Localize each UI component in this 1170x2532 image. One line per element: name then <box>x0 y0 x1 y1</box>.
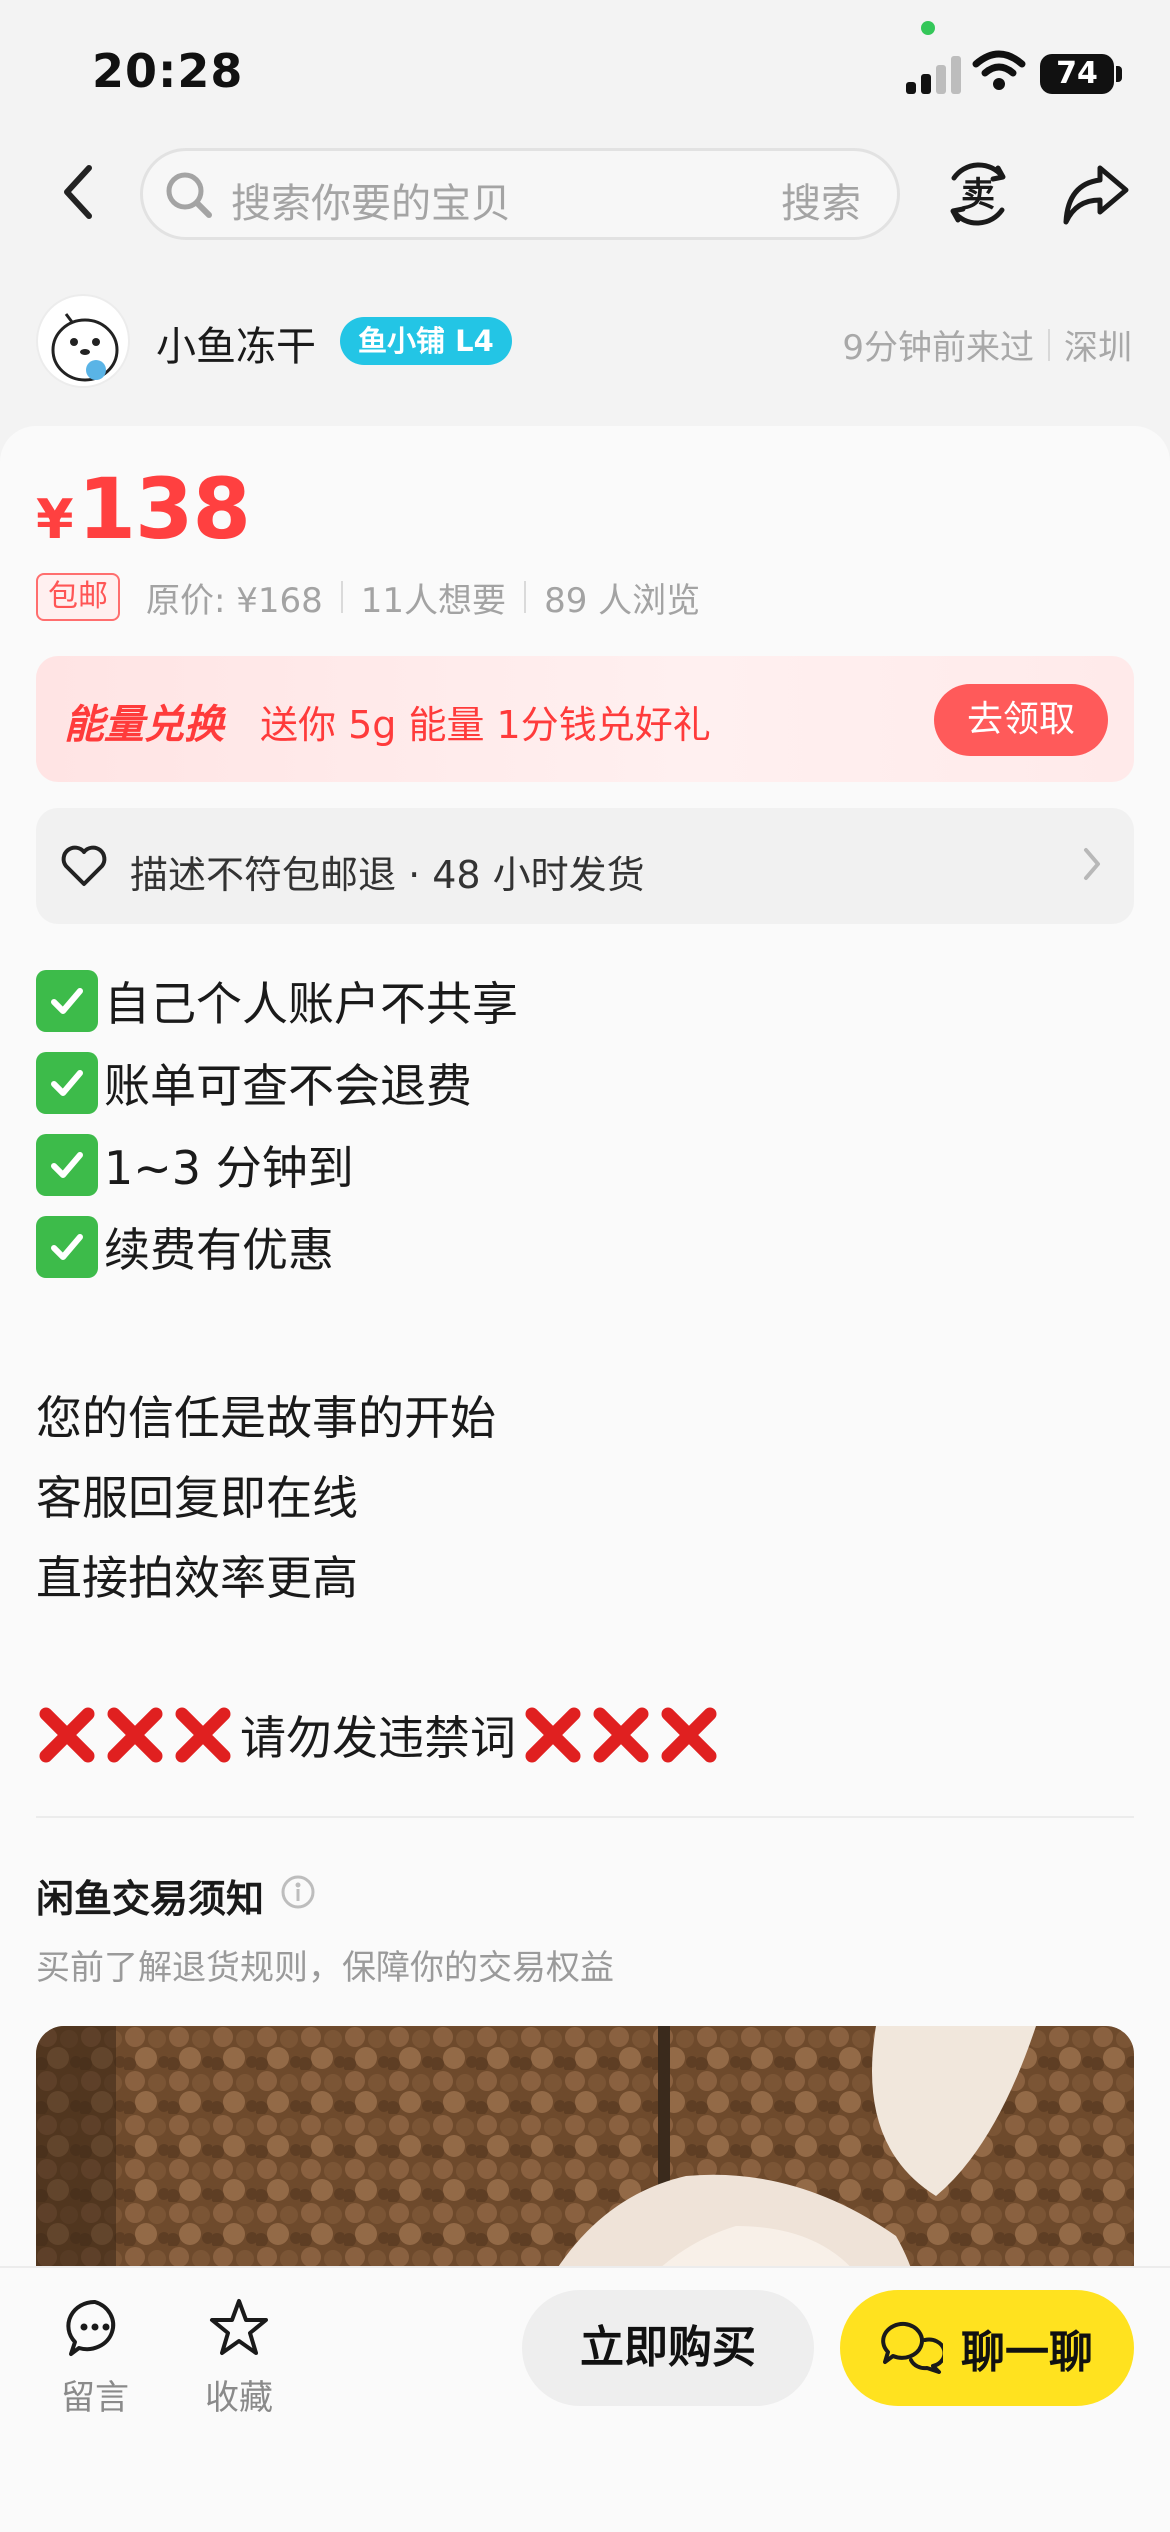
buy-now-button[interactable]: 立即购买 <box>522 2290 814 2406</box>
info-icon[interactable] <box>280 1874 316 1910</box>
heart-icon <box>61 845 107 886</box>
price-value: 138 <box>77 460 251 558</box>
check-text: 续费有优惠 <box>104 1223 334 1277</box>
energy-banner[interactable]: 能量兑换 送你 5g 能量 1分钱兑好礼 去领取 <box>36 656 1134 782</box>
battery-icon: 74 <box>1040 54 1114 94</box>
search-box[interactable]: 搜索你要的宝贝 搜索 <box>140 148 900 240</box>
trade-notice-title[interactable]: 闲鱼交易须知 <box>36 1868 264 1923</box>
last-seen-text: 9分钟前来过 <box>842 328 1034 368</box>
privacy-indicator-dot <box>921 21 935 35</box>
chat-bubbles-icon <box>881 2321 943 2374</box>
signal-icon <box>906 54 964 94</box>
cross-mark-icon <box>590 1704 652 1766</box>
back-button[interactable] <box>50 160 106 224</box>
location-text: 深圳 <box>1064 328 1132 368</box>
sell-button[interactable]: 卖 <box>940 156 1016 232</box>
check-icon <box>36 1216 98 1278</box>
share-icon <box>1063 165 1129 225</box>
cross-mark-icon <box>104 1704 166 1766</box>
desc-text-line: 您的信任是故事的开始 <box>36 1391 496 1445</box>
check-icon <box>36 1052 98 1114</box>
seller-meta: 9分钟前来过 深圳 <box>842 320 1132 369</box>
favorite-label: 收藏 <box>205 2378 273 2418</box>
check-line: 续费有优惠 <box>36 1214 334 1280</box>
price-meta: 包邮 原价: ¥168 11人想要 89 人浏览 <box>36 570 700 624</box>
desc-text-line: 直接拍效率更高 <box>36 1551 358 1605</box>
check-icon <box>36 970 98 1032</box>
price: ¥ 138 <box>36 460 251 558</box>
comment-label: 留言 <box>61 2378 129 2418</box>
comment-icon <box>66 2299 116 2356</box>
wifi-icon <box>972 50 1026 90</box>
trade-notice-subtitle: 买前了解退货规则，保障你的交易权益 <box>36 1948 614 1988</box>
check-icon <box>36 1134 98 1196</box>
status-time: 20:28 <box>92 44 244 98</box>
claim-energy-button[interactable]: 去领取 <box>934 684 1108 756</box>
star-icon <box>210 2299 268 2355</box>
cross-mark-icon <box>36 1704 98 1766</box>
free-shipping-tag: 包邮 <box>36 573 120 621</box>
check-line: 账单可查不会退费 <box>36 1050 472 1116</box>
check-text: 自己个人账户不共享 <box>104 977 518 1031</box>
search-button[interactable]: 搜索 <box>781 171 861 229</box>
shop-level-badge[interactable]: 鱼小铺 L4 <box>340 317 512 365</box>
energy-title: 能量兑换 <box>64 702 224 748</box>
energy-desc: 送你 5g 能量 1分钱兑好礼 <box>260 703 711 747</box>
cross-mark-icon <box>522 1704 584 1766</box>
desc-text-line: 客服回复即在线 <box>36 1471 358 1525</box>
views-count: 89 人浏览 <box>544 580 701 621</box>
check-text: 账单可查不会退费 <box>104 1059 472 1113</box>
check-line: 1~3 分钟到 <box>36 1132 354 1198</box>
chat-button[interactable]: 聊一聊 <box>840 2290 1134 2406</box>
section-divider <box>36 1816 1134 1818</box>
search-icon <box>166 172 212 218</box>
meta-separator <box>1048 328 1050 361</box>
guarantee-row[interactable]: 描述不符包邮退 · 48 小时发货 <box>36 808 1134 924</box>
guarantee-text: 描述不符包邮退 · 48 小时发货 <box>130 853 645 897</box>
check-text: 1~3 分钟到 <box>104 1141 354 1195</box>
wants-count: 11人想要 <box>360 580 507 621</box>
check-line: 自己个人账户不共享 <box>36 968 518 1034</box>
comment-button[interactable]: 留言 <box>40 2296 150 2419</box>
share-button[interactable] <box>1060 160 1132 230</box>
seller-name[interactable]: 小鱼冻干 <box>156 314 316 372</box>
seal-avatar-icon <box>51 313 119 382</box>
meta-separator <box>340 581 343 613</box>
seller-avatar[interactable] <box>36 294 130 388</box>
back-icon <box>64 165 92 219</box>
sell-icon-label: 卖 <box>961 175 995 215</box>
warning-line: 请勿发违禁词 <box>36 1702 726 1768</box>
price-currency: ¥ <box>36 488 74 551</box>
chevron-right-icon <box>1084 848 1100 880</box>
meta-separator <box>524 581 527 613</box>
chat-label: 聊一聊 <box>961 2327 1093 2378</box>
cross-mark-icon <box>658 1704 720 1766</box>
warning-text: 请勿发违禁词 <box>240 1711 516 1765</box>
cross-mark-icon <box>172 1704 234 1766</box>
search-input[interactable]: 搜索你要的宝贝 <box>231 171 511 229</box>
favorite-button[interactable]: 收藏 <box>184 2296 294 2419</box>
status-bar: 20:28 74 <box>0 0 1170 140</box>
battery-cap <box>1116 66 1122 82</box>
sell-icon: 卖 <box>950 162 1006 226</box>
original-price: 原价: ¥168 <box>146 580 323 621</box>
